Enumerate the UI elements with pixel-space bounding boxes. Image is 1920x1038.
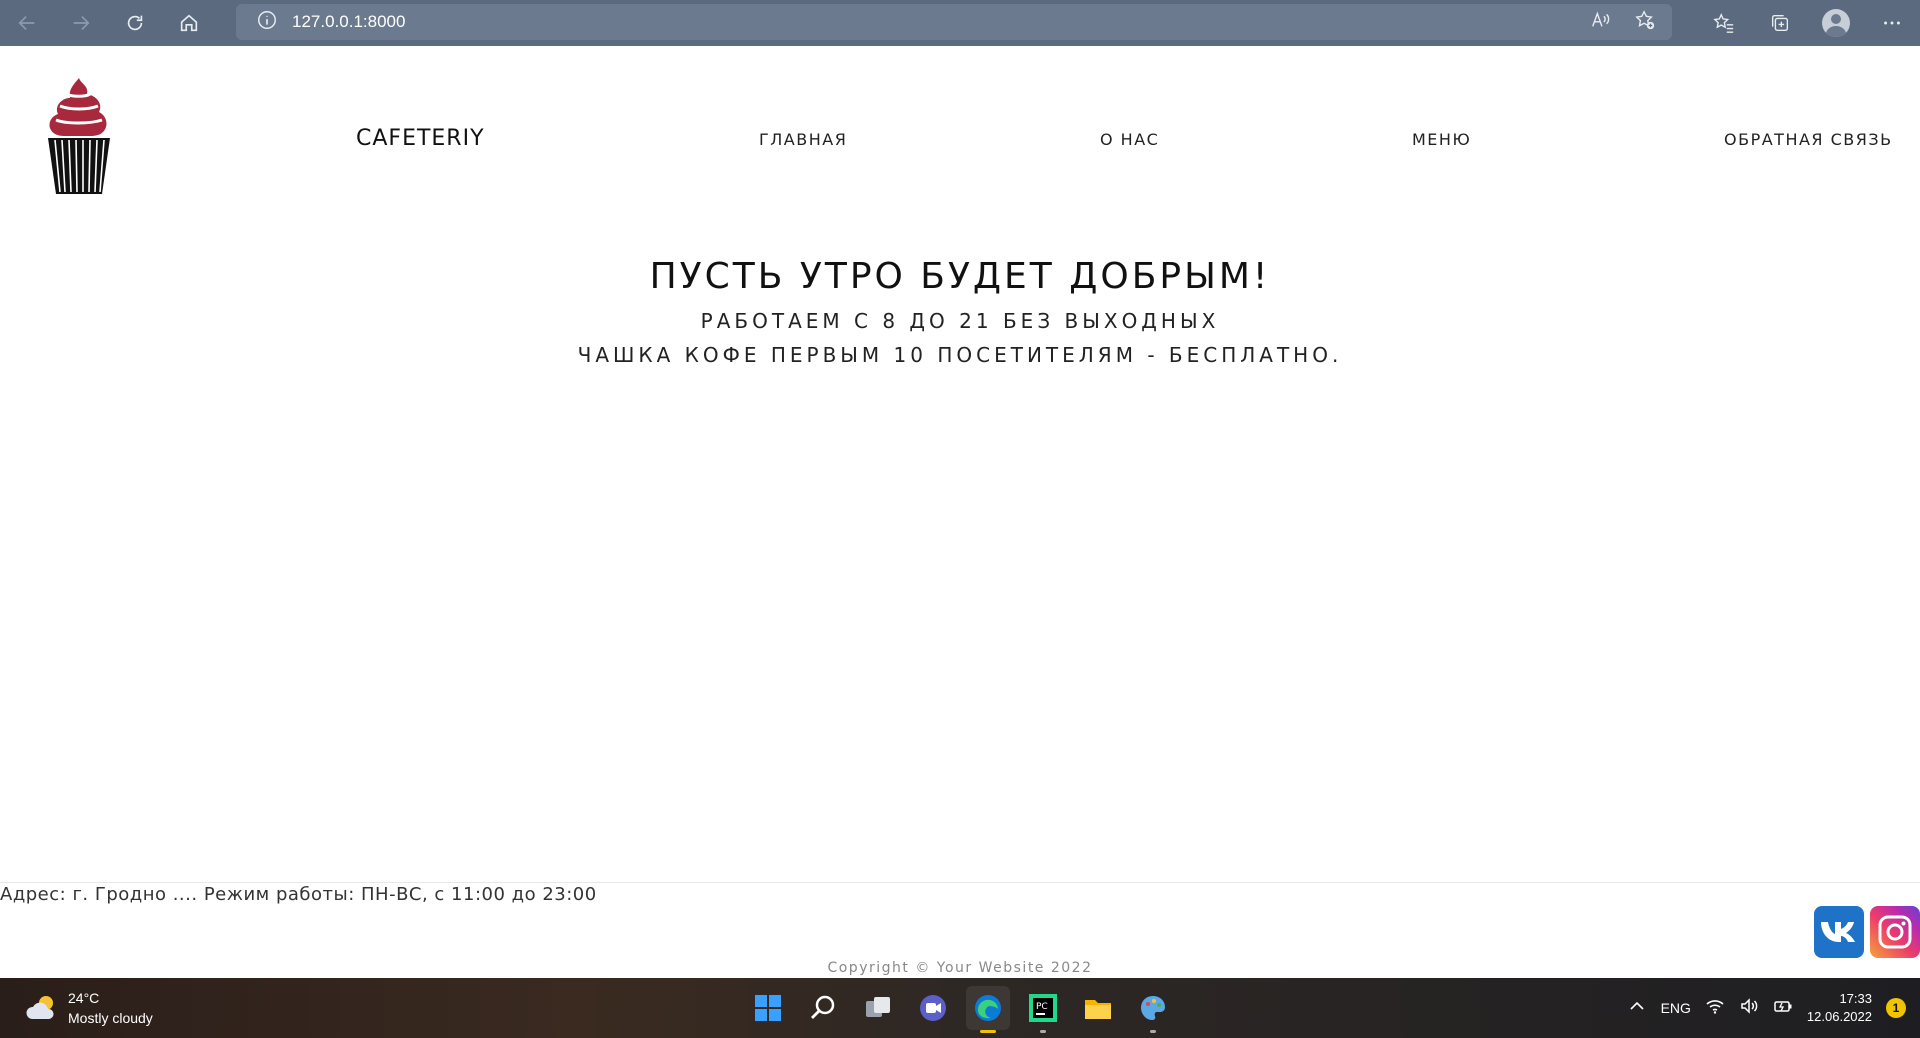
nav-about[interactable]: О НАС (1100, 130, 1159, 149)
home-icon (180, 14, 198, 32)
running-indicator (980, 1030, 996, 1033)
nav-feedback[interactable]: ОБРАТНАЯ СВЯЗЬ (1724, 130, 1893, 149)
pycharm-icon: PC (1029, 994, 1057, 1022)
address-bar[interactable]: 127.0.0.1:8000 (236, 4, 1672, 40)
more-icon (1884, 21, 1900, 25)
read-aloud-icon[interactable] (1590, 9, 1612, 35)
arrow-left-icon (18, 15, 35, 31)
copyright: Copyright © Your Website 2022 (827, 960, 1093, 976)
profile-button[interactable] (1808, 0, 1864, 46)
nav-home[interactable]: ГЛАВНАЯ (759, 130, 847, 149)
folder-icon (1085, 1000, 1111, 1019)
wifi-icon[interactable] (1705, 996, 1725, 1021)
hero-promo: ЧАШКА КОФЕ ПЕРВЫМ 10 ПОСЕТИТЕЛЯМ - БЕСПЛ… (577, 343, 1343, 367)
pycharm-button[interactable]: PC (1021, 986, 1065, 1033)
paint-button[interactable] (1131, 986, 1175, 1033)
chat-icon (920, 995, 946, 1021)
file-explorer-button[interactable] (1076, 986, 1120, 1030)
favorites-button[interactable] (1696, 0, 1752, 46)
info-icon[interactable] (256, 9, 278, 35)
edge-icon (975, 995, 1001, 1021)
more-button[interactable] (1864, 0, 1920, 46)
brand-link[interactable]: CAFETERIY (356, 126, 485, 151)
site-header: CAFETERIY ГЛАВНАЯ О НАС МЕНЮ ОБРАТНАЯ СВ… (0, 46, 1920, 230)
task-view-button[interactable] (856, 986, 900, 1030)
refresh-button[interactable] (108, 0, 162, 46)
add-favorite-icon[interactable] (1634, 9, 1656, 35)
volume-icon[interactable] (1739, 996, 1759, 1021)
collections-icon (1771, 14, 1789, 32)
windows-icon (755, 995, 781, 1021)
back-button[interactable] (0, 0, 54, 46)
footer-address: Адрес: г. Гродно .... Режим работы: ПН-В… (0, 884, 597, 905)
forward-button[interactable] (54, 0, 108, 46)
favorites-icon (1713, 13, 1734, 33)
refresh-icon (127, 15, 143, 31)
taskbar-apps: PC (746, 978, 1175, 1038)
start-button[interactable] (746, 986, 790, 1030)
edge-button[interactable] (966, 986, 1010, 1033)
windows-taskbar: 24°C Mostly cloudy PC ENG 17:33 12.06.20… (0, 978, 1920, 1038)
chevron-up-icon[interactable] (1627, 996, 1647, 1021)
weather-desc: Mostly cloudy (68, 1010, 153, 1026)
footer-divider (0, 882, 1920, 883)
search-button[interactable] (801, 986, 845, 1030)
browser-toolbar: 127.0.0.1:8000 (0, 0, 1920, 46)
clock-time: 17:33 (1839, 991, 1872, 1006)
task-view-icon (866, 997, 890, 1017)
nav-menu[interactable]: МЕНЮ (1412, 130, 1471, 149)
paint-icon (1141, 996, 1165, 1020)
system-tray: ENG 17:33 12.06.2022 1 (1627, 978, 1906, 1038)
instagram-icon[interactable] (1870, 906, 1920, 958)
battery-icon[interactable] (1773, 996, 1793, 1021)
running-indicator (1040, 1030, 1046, 1033)
weather-widget[interactable]: 24°C Mostly cloudy (24, 988, 153, 1028)
url-text[interactable]: 127.0.0.1:8000 (292, 12, 405, 32)
avatar (1822, 9, 1850, 37)
notification-badge[interactable]: 1 (1886, 998, 1906, 1018)
social-links (1814, 906, 1920, 958)
clock-date: 12.06.2022 (1806, 1009, 1872, 1024)
collections-button[interactable] (1752, 0, 1808, 46)
vk-icon[interactable] (1814, 906, 1864, 958)
teams-chat-button[interactable] (911, 986, 955, 1030)
language-indicator[interactable]: ENG (1661, 1000, 1691, 1016)
hero-subtitle: РАБОТАЕМ С 8 ДО 21 БЕЗ ВЫХОДНЫХ (700, 309, 1220, 333)
main-nav: CAFETERIY ГЛАВНАЯ О НАС МЕНЮ ОБРАТНАЯ СВ… (0, 46, 1920, 230)
cloud-sun-icon (26, 996, 54, 1019)
home-button[interactable] (162, 0, 216, 46)
hero-title: ПУСТЬ УТРО БУДЕТ ДОБРЫМ! (649, 256, 1271, 297)
hero-section: ПУСТЬ УТРО БУДЕТ ДОБРЫМ! РАБОТАЕМ С 8 ДО… (0, 256, 1920, 367)
search-icon (811, 995, 835, 1019)
svg-text:PC: PC (1036, 1002, 1048, 1012)
arrow-right-icon (73, 15, 90, 31)
running-indicator (1150, 1030, 1156, 1033)
weather-temp: 24°C (68, 990, 100, 1006)
clock[interactable]: 17:33 12.06.2022 (1807, 990, 1872, 1026)
